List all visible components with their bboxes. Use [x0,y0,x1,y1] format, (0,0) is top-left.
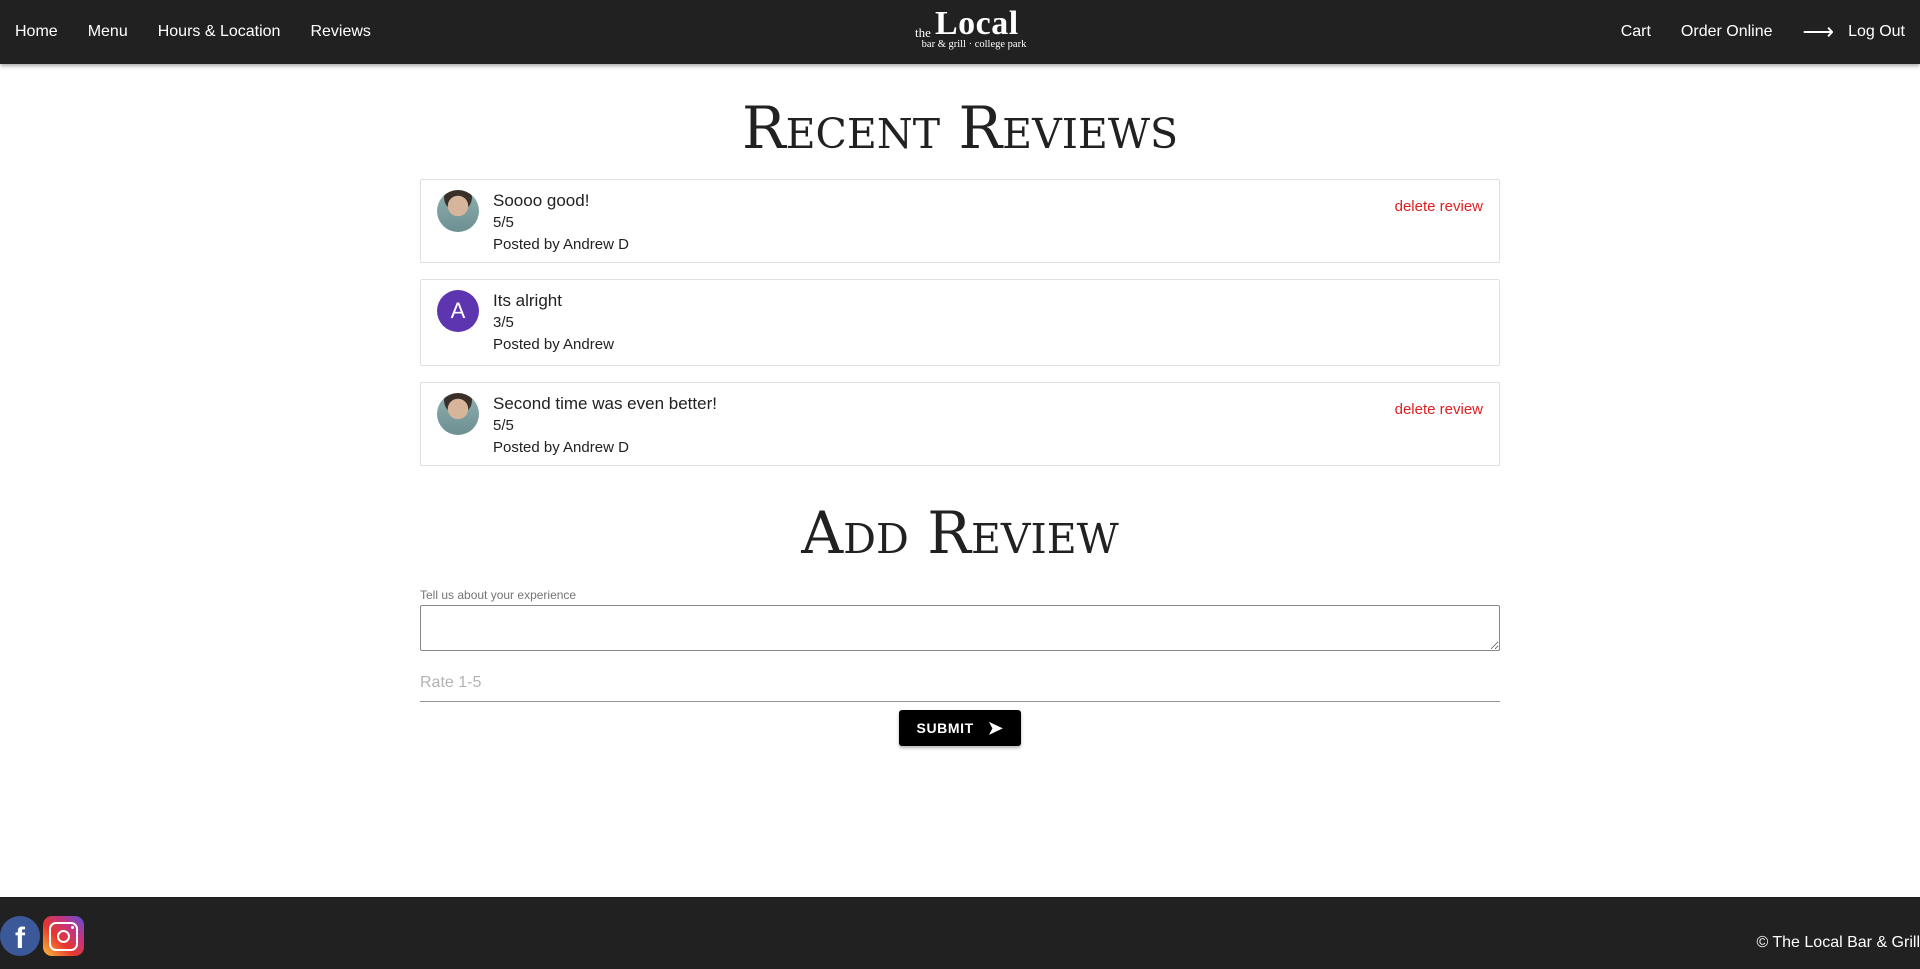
review-rating: 5/5 [493,417,514,434]
review-author: Posted by Andrew D [493,236,629,253]
review-author: Posted by Andrew [493,336,614,353]
review-rating: 5/5 [493,214,514,231]
review-content: Second time was even better! 5/5 Posted … [493,393,717,459]
page-footer: f © The Local Bar & Grill [0,897,1920,969]
add-review-heading: Add Review [801,499,1119,567]
recent-reviews-heading: Recent Reviews [741,94,1179,162]
submit-label: SUBMIT [916,720,974,736]
logout-button[interactable]: ⟶ Log Out [1788,0,1920,64]
review-list: Soooo good! 5/5 Posted by Andrew D delet… [420,179,1500,482]
review-card: Soooo good! 5/5 Posted by Andrew D delet… [420,179,1500,263]
instagram-icon[interactable] [43,916,84,956]
review-content: Soooo good! 5/5 Posted by Andrew D [493,190,629,256]
copyright-text: © The Local Bar & Grill [1756,934,1920,951]
review-rating: 3/5 [493,314,514,331]
send-icon: ➤ [987,718,1004,738]
instagram-icon-frame [49,922,78,951]
review-author: Posted by Andrew D [493,439,629,456]
arrow-right-icon: ⟶ [1802,19,1835,44]
delete-review-link[interactable]: delete review [1395,198,1483,215]
logo-main-text: Local [935,5,1019,42]
nav-left-group: Home Menu Hours & Location Reviews [0,0,386,64]
nav-link-order-online[interactable]: Order Online [1666,0,1788,64]
delete-review-link[interactable]: delete review [1395,401,1483,418]
nav-link-home[interactable]: Home [0,0,73,64]
facebook-icon[interactable]: f [0,916,40,956]
nav-link-menu[interactable]: Menu [73,0,143,64]
nav-link-cart[interactable]: Cart [1606,0,1666,64]
instagram-icon-dot [71,926,74,929]
review-title: Its alright [493,291,562,310]
logout-label: Log Out [1848,23,1905,40]
review-title: Second time was even better! [493,394,717,413]
rating-input[interactable] [420,664,1500,702]
review-card: A Its alright 3/5 Posted by Andrew [420,279,1500,366]
nav-right-group: Cart Order Online ⟶ Log Out [1606,0,1920,64]
submit-review-button[interactable]: SUBMIT ➤ [899,710,1021,746]
user-avatar-photo [437,393,479,435]
experience-field-label: Tell us about your experience [420,588,577,602]
site-logo[interactable]: the Local bar & grill · college park [915,5,1033,53]
experience-textarea[interactable] [420,605,1500,651]
review-content: Its alright 3/5 Posted by Andrew [493,290,614,356]
review-title: Soooo good! [493,191,590,210]
review-card: Second time was even better! 5/5 Posted … [420,382,1500,466]
nav-link-hours-location[interactable]: Hours & Location [143,0,296,64]
user-avatar-photo [437,190,479,232]
nav-link-reviews[interactable]: Reviews [295,0,385,64]
top-navbar: Home Menu Hours & Location Reviews the L… [0,0,1920,64]
logo-subtitle: bar & grill · college park [921,39,1027,50]
user-avatar-letter: A [437,290,479,332]
instagram-icon-lens [57,930,70,943]
